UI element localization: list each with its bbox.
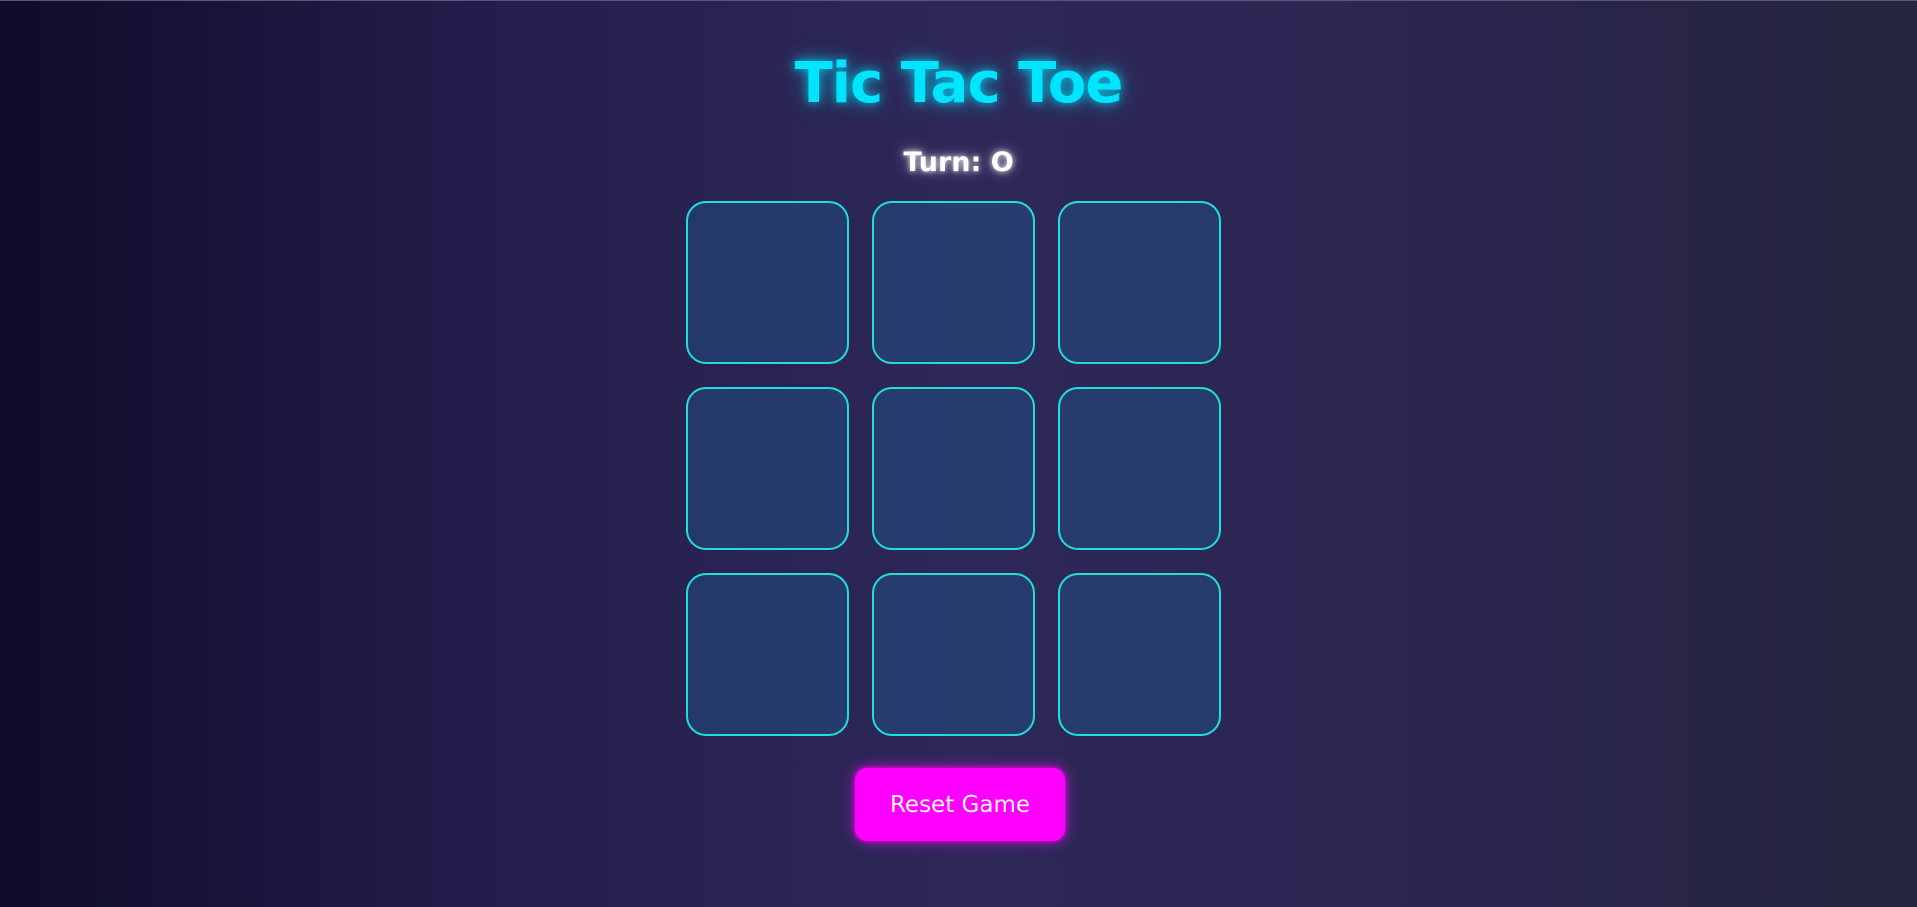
board-cell-5[interactable] <box>872 387 1035 550</box>
board-cell-4[interactable] <box>686 387 849 550</box>
game-page: { "game": { "title": "Tic Tac Toe", "sta… <box>0 0 1917 907</box>
reset-game-button[interactable]: Reset Game <box>855 768 1065 841</box>
board-cell-1[interactable] <box>686 201 849 364</box>
game-board <box>686 201 1221 736</box>
board-cell-3[interactable] <box>1058 201 1221 364</box>
top-border <box>0 0 1917 1</box>
board-cell-8[interactable] <box>872 573 1035 736</box>
turn-status: Turn: O <box>903 147 1014 178</box>
board-cell-2[interactable] <box>872 201 1035 364</box>
board-cell-9[interactable] <box>1058 573 1221 736</box>
board-cell-6[interactable] <box>1058 387 1221 550</box>
board-cell-7[interactable] <box>686 573 849 736</box>
page-title: Tic Tac Toe <box>794 51 1124 116</box>
